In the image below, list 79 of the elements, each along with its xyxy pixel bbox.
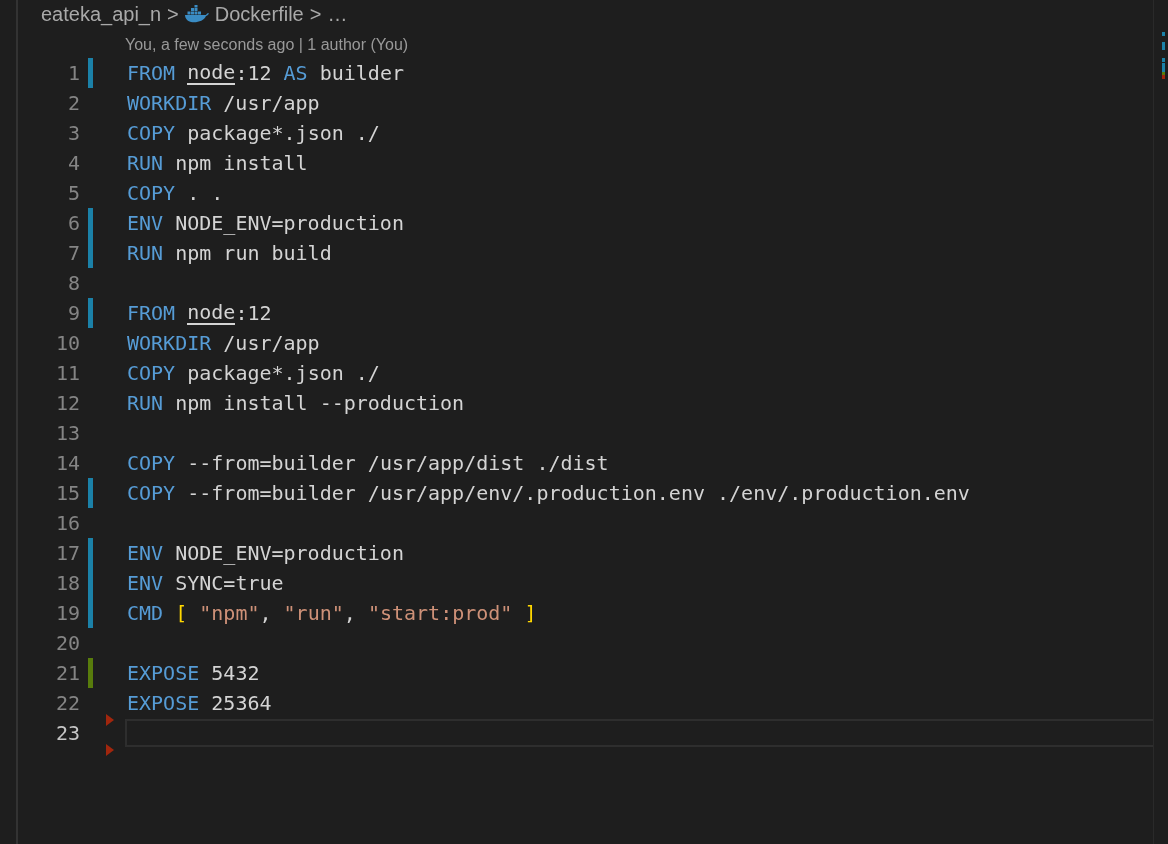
code-keyword: COPY	[127, 451, 177, 475]
code-string: "run"	[283, 601, 344, 625]
breadcrumb-more[interactable]: …	[327, 2, 348, 26]
whale-icon	[184, 5, 209, 23]
code-text: SYNC=true	[175, 571, 284, 595]
code-text: --from=builder /usr/app/dist ./dist	[187, 451, 609, 475]
code-text: package*.json ./	[187, 361, 380, 385]
line-number: 16	[54, 511, 80, 535]
code-text: package*.json ./	[187, 121, 380, 145]
line-number: 20	[54, 631, 80, 655]
line-number: 21	[54, 661, 80, 685]
code-keyword: AS	[283, 61, 309, 85]
code-keyword: ENV	[127, 211, 165, 235]
code-text: npm install --production	[175, 391, 465, 415]
breadcrumb-file[interactable]: Dockerfile	[214, 2, 304, 26]
code-keyword: EXPOSE	[127, 661, 201, 685]
code-text: :12	[235, 301, 272, 325]
code-keyword: EXPOSE	[127, 691, 201, 715]
code-text: [	[175, 601, 189, 625]
code-text: /usr/app	[223, 91, 320, 115]
line-number: 1	[66, 61, 80, 85]
code-keyword: COPY	[127, 361, 177, 385]
code-text: ,	[259, 601, 273, 625]
line-number: 17	[54, 541, 80, 565]
code-text: --from=builder /usr/app/env/.production.env ./env/.production.env	[187, 481, 970, 505]
code-keyword: WORKDIR	[127, 331, 213, 355]
code-string: "start:prod"	[367, 601, 513, 625]
code-text: npm install	[175, 151, 308, 175]
code-keyword: COPY	[127, 121, 177, 145]
breadcrumb-separator: >	[167, 2, 179, 26]
code-keyword: RUN	[127, 241, 165, 265]
code-text: . .	[187, 181, 224, 205]
line-number: 9	[66, 301, 80, 325]
code-keyword: COPY	[127, 481, 177, 505]
line-number: 18	[54, 571, 80, 595]
code-keyword: CMD	[127, 601, 165, 625]
code-keyword: WORKDIR	[127, 91, 213, 115]
code-text: 25364	[211, 691, 272, 715]
line-number: 22	[54, 691, 80, 715]
code-keyword: RUN	[127, 391, 165, 415]
code-keyword: RUN	[127, 151, 165, 175]
line-number: 10	[54, 331, 80, 355]
code-text: node	[187, 61, 236, 85]
line-number: 3	[66, 121, 80, 145]
code-keyword: ENV	[127, 571, 165, 595]
breadcrumb-separator: >	[309, 2, 322, 26]
code-text: ,	[343, 601, 357, 625]
line-number: 23	[54, 721, 80, 745]
code-keyword: COPY	[127, 181, 177, 205]
line-number: 4	[66, 151, 80, 175]
overview-ruler-drawing[interactable]	[1153, 0, 1168, 844]
code-keyword: FROM	[127, 301, 177, 325]
line-number: 11	[54, 361, 80, 385]
code-text: NODE_ENV=production	[175, 541, 404, 565]
code-text: NODE_ENV=production	[175, 211, 404, 235]
code-text: :12	[235, 61, 273, 85]
code-text: npm run build	[175, 241, 332, 265]
deleted-lines-marker[interactable]	[106, 744, 114, 756]
code-text: builder	[319, 61, 404, 85]
code-keyword: FROM	[127, 61, 177, 85]
line-number: 15	[54, 481, 80, 505]
code-text: ]	[523, 601, 537, 625]
line-number: 12	[54, 391, 80, 415]
code-string: "npm"	[199, 601, 260, 625]
deleted-lines-marker[interactable]	[106, 714, 114, 726]
line-number: 6	[66, 211, 80, 235]
code-text: 5432	[211, 661, 260, 685]
line-number: 8	[66, 271, 80, 295]
breadcrumb-folder[interactable]: eateka_api_n	[41, 2, 162, 26]
code-keyword: ENV	[127, 541, 165, 565]
code-text: node	[187, 301, 236, 325]
line-number: 5	[66, 181, 80, 205]
line-number: 19	[54, 601, 80, 625]
line-number: 13	[54, 421, 80, 445]
line-number: 2	[66, 91, 80, 115]
code-text: /usr/app	[223, 331, 320, 355]
codelens-blame[interactable]: You, a few seconds ago | 1 author (You)	[18, 36, 1168, 58]
line-number: 7	[66, 241, 80, 265]
line-number: 14	[54, 451, 80, 475]
